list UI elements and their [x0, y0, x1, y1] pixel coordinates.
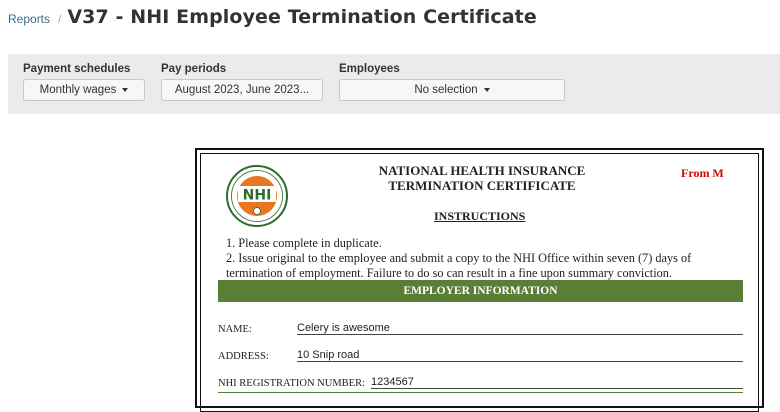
instructions-heading: INSTRUCTIONS [434, 209, 526, 223]
instruction-item: 1. Please complete in duplicate. [226, 236, 382, 250]
name-label: NAME: [218, 324, 252, 335]
payment-schedules-filter: Payment schedules Monthly wages [23, 63, 148, 101]
nhi-registration-label: NHI REGISTRATION NUMBER: [218, 378, 365, 389]
pay-periods-filter: Pay periods August 2023, June 2023... [161, 63, 326, 101]
section-divider [218, 392, 743, 393]
employees-label: Employees [339, 63, 400, 75]
employees-value: No selection [414, 84, 478, 96]
instruction-item: 2. Issue original to the employee and su… [226, 251, 692, 280]
name-value: Celery is awesome [297, 322, 743, 335]
payment-schedules-dropdown[interactable]: Monthly wages [23, 79, 145, 101]
payment-schedules-value: Monthly wages [39, 84, 117, 96]
filter-bar: Payment schedules Monthly wages Pay peri… [8, 54, 780, 114]
certificate-preview: NHI NATIONAL HEALTH INSURANCE TERMINATIO… [195, 148, 764, 412]
instructions-text: 1. Please complete in duplicate. 2. Issu… [226, 236, 741, 281]
nhi-registration-value: 1234567 [371, 376, 743, 389]
breadcrumb-reports-link[interactable]: Reports [8, 12, 50, 26]
nhi-logo: NHI [226, 165, 288, 227]
chevron-down-icon [483, 88, 490, 92]
form-code: From M [681, 166, 724, 180]
page-title: V37 - NHI Employee Termination Certifica… [67, 6, 537, 28]
certificate-title: NATIONAL HEALTH INSURANCE TERMINATION CE… [347, 163, 617, 193]
certificate-title-line-2: TERMINATION CERTIFICATE [388, 178, 576, 193]
employer-information-header: EMPLOYER INFORMATION [218, 280, 743, 302]
address-label: ADDRESS: [218, 351, 269, 362]
page-header: Reports / V37 - NHI Employee Termination… [8, 6, 537, 30]
pay-periods-value: August 2023, June 2023... [174, 84, 310, 96]
chevron-down-icon [122, 88, 129, 92]
logo-text: NHI [243, 188, 272, 204]
pay-periods-dropdown[interactable]: August 2023, June 2023... [161, 79, 323, 101]
certificate-title-line-1: NATIONAL HEALTH INSURANCE [378, 163, 586, 178]
employees-dropdown[interactable]: No selection [339, 79, 565, 101]
employees-filter: Employees No selection [339, 63, 569, 101]
breadcrumb-separator: / [58, 12, 62, 26]
address-value: 10 Snip road [297, 349, 743, 362]
payment-schedules-label: Payment schedules [23, 63, 131, 75]
pay-periods-label: Pay periods [161, 63, 227, 75]
